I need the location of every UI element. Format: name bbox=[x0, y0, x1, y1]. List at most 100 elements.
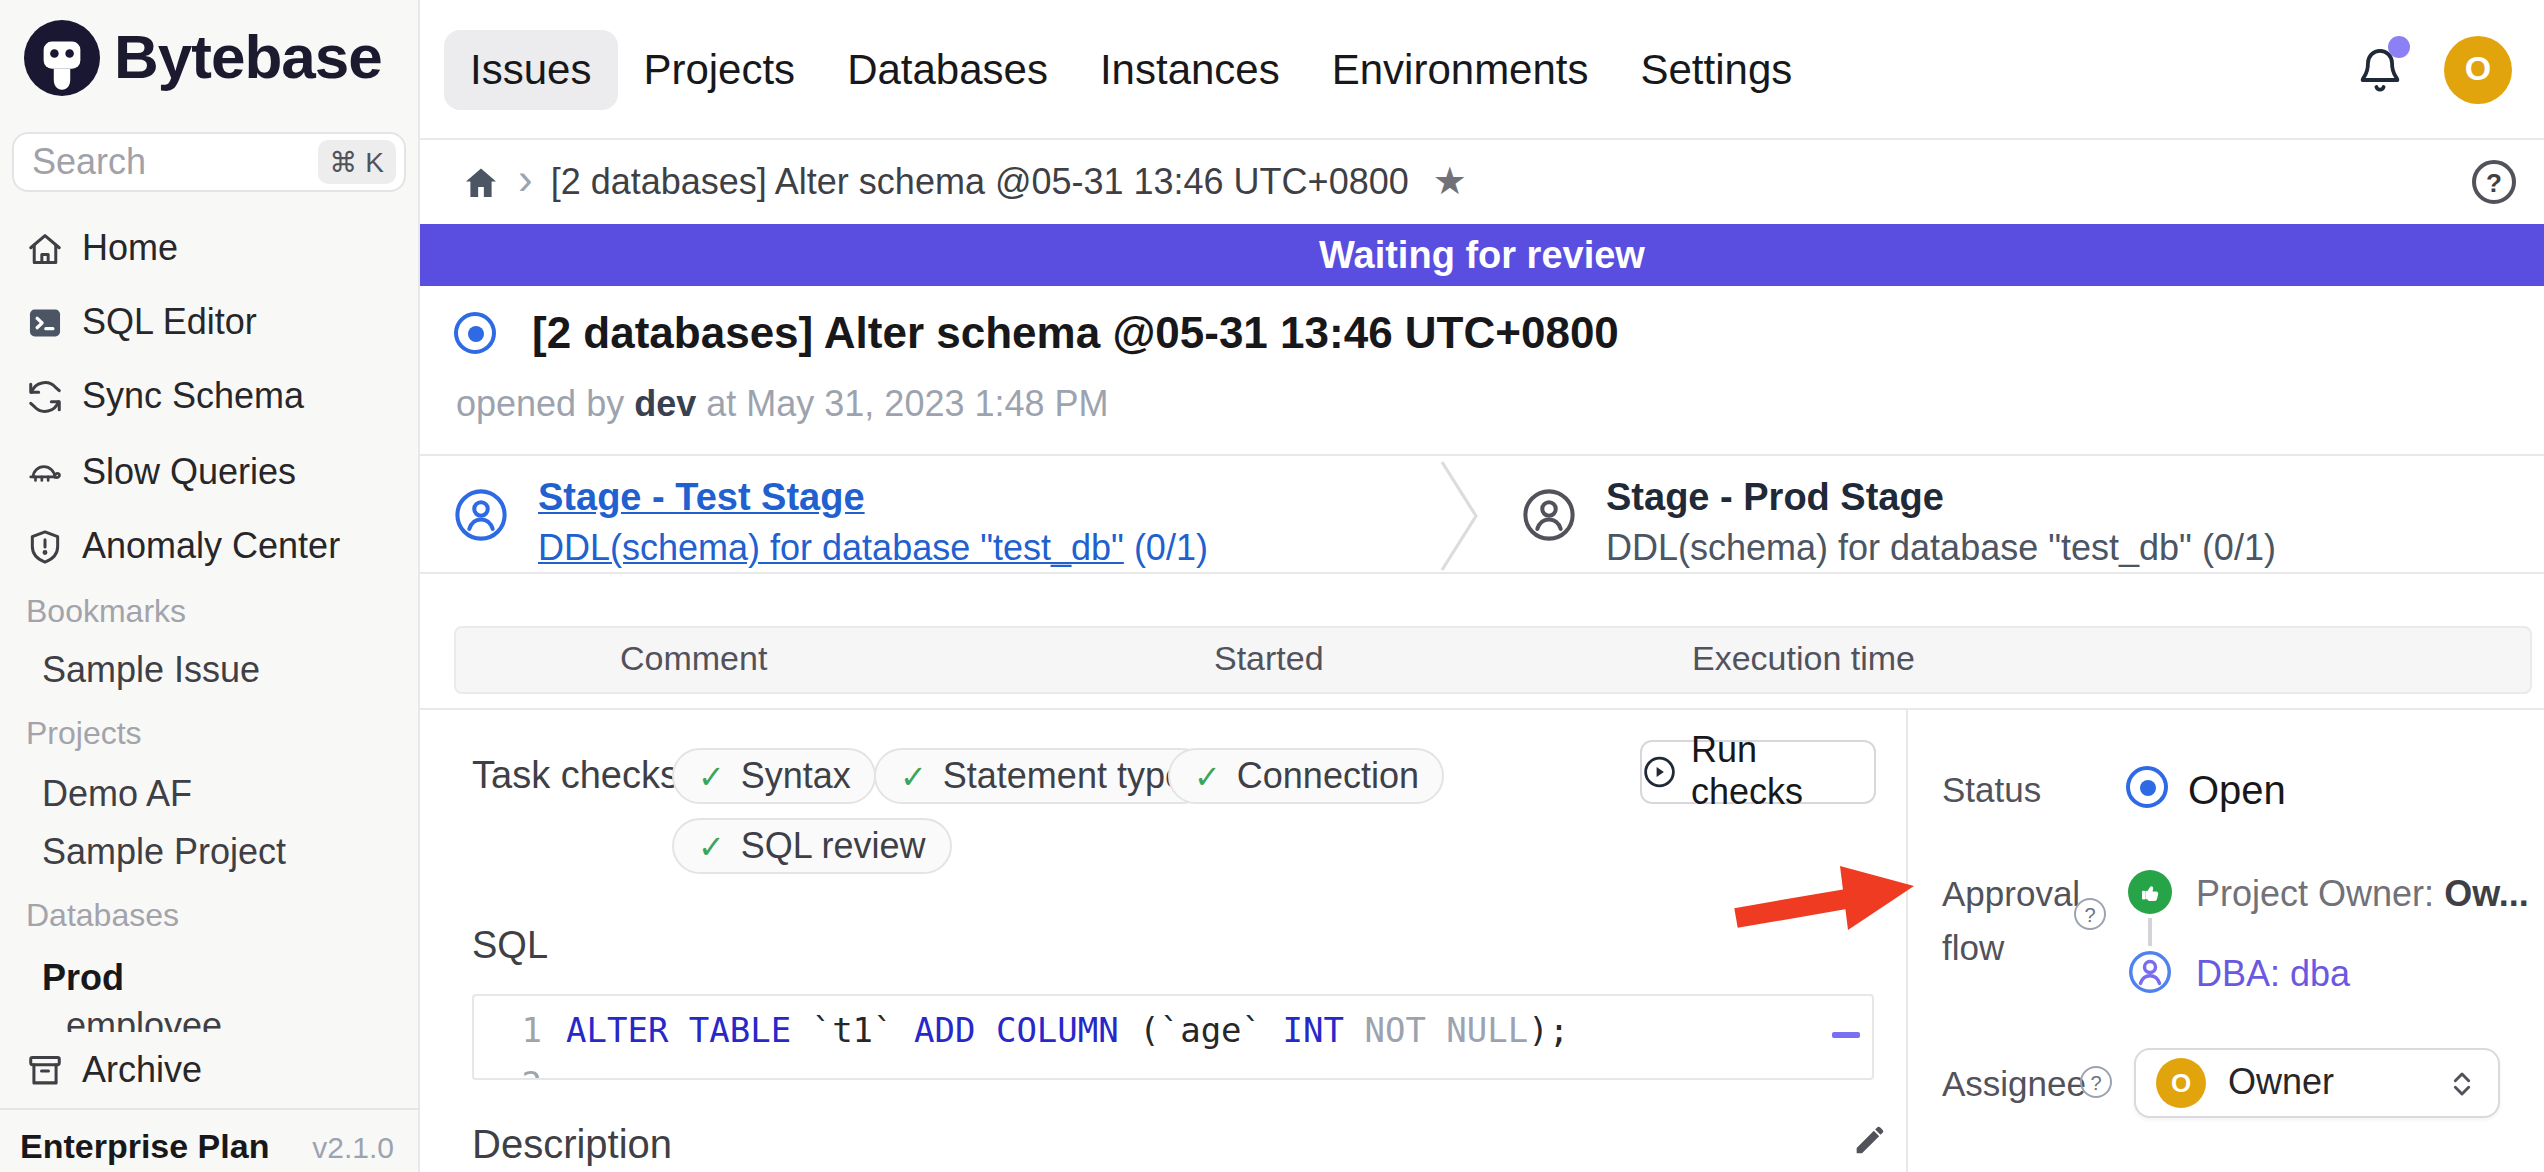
content-divider bbox=[420, 708, 2544, 710]
notifications-button[interactable] bbox=[2356, 43, 2404, 95]
sql-fold-indicator[interactable] bbox=[1832, 1032, 1860, 1038]
breadcrumb-home-icon[interactable] bbox=[462, 163, 500, 201]
tab-databases[interactable]: Databases bbox=[821, 29, 1074, 109]
issue-status-icon bbox=[454, 312, 496, 354]
turtle-icon bbox=[26, 453, 64, 491]
sql-code: ALTER TABLE `t1` ADD COLUMN (`age` INT N… bbox=[566, 1010, 1569, 1050]
help-icon[interactable]: ? bbox=[2472, 160, 2516, 204]
stage-person-icon bbox=[1522, 488, 1576, 542]
stage-name[interactable]: Stage - Prod Stage bbox=[1606, 476, 2276, 520]
sidebar-item-anomaly-center[interactable]: Anomaly Center bbox=[0, 514, 420, 578]
line-number: 2 bbox=[474, 1064, 566, 1080]
status-label: Status bbox=[1942, 770, 2041, 812]
sidebar-section-bookmarks: Bookmarks bbox=[26, 594, 186, 630]
sidebar-item-employee[interactable]: employee bbox=[66, 1006, 222, 1032]
check-icon: ✓ bbox=[900, 757, 927, 795]
bytebase-logo-icon[interactable] bbox=[24, 20, 100, 96]
nav-right-cluster: O bbox=[2356, 35, 2544, 103]
search-placeholder: Search bbox=[32, 141, 318, 183]
assignee-help-icon[interactable]: ? bbox=[2080, 1066, 2112, 1098]
sidebar-item-sync-schema[interactable]: Sync Schema bbox=[0, 364, 420, 428]
issue-author: dev bbox=[634, 384, 696, 424]
sidebar-item-prod[interactable]: Prod bbox=[42, 958, 124, 1000]
star-icon[interactable]: ★ bbox=[1433, 157, 1467, 203]
shield-icon bbox=[26, 527, 64, 565]
tab-settings[interactable]: Settings bbox=[1615, 29, 1819, 109]
tab-issues[interactable]: Issues bbox=[444, 29, 617, 109]
archive-icon bbox=[26, 1051, 64, 1089]
column-comment: Comment bbox=[620, 628, 767, 692]
breadcrumb-separator: › bbox=[518, 153, 533, 205]
stage-name[interactable]: Stage - Test Stage bbox=[538, 476, 1208, 520]
status-value: Open bbox=[2188, 768, 2286, 814]
check-sql-review[interactable]: ✓SQL review bbox=[672, 818, 952, 874]
check-connection[interactable]: ✓Connection bbox=[1168, 748, 1445, 804]
annotation-arrow bbox=[1716, 850, 1926, 940]
bytebase-issue-page: Bytebase Search ⌘ K Home SQL Editor bbox=[0, 0, 2544, 1172]
sidebar-section-databases: Databases bbox=[26, 898, 179, 934]
sql-editor[interactable]: 1 ALTER TABLE `t1` ADD COLUMN (`age` INT… bbox=[472, 994, 1874, 1080]
status-open-icon bbox=[2126, 766, 2168, 808]
assignee-select[interactable]: O Owner bbox=[2134, 1048, 2500, 1118]
brand-name: Bytebase bbox=[114, 22, 382, 94]
approval-dba-icon bbox=[2128, 950, 2172, 994]
sidebar-bottom-divider bbox=[0, 1108, 420, 1110]
approval-flow-label: Approval flow bbox=[1942, 874, 2080, 970]
breadcrumb: › [2 databases] Alter schema @05-31 13:4… bbox=[420, 140, 2544, 224]
app-version: v2.1.0 bbox=[312, 1130, 394, 1164]
sync-icon bbox=[26, 377, 64, 415]
task-table-header: Comment Started Execution time bbox=[454, 626, 2532, 694]
edit-pencil-icon[interactable] bbox=[1850, 1120, 1890, 1160]
sidebar-item-sample-project[interactable]: Sample Project bbox=[42, 832, 286, 874]
play-circle-icon bbox=[1642, 754, 1677, 790]
sidebar-item-slow-queries[interactable]: Slow Queries bbox=[0, 440, 420, 504]
pipeline-stages: Stage - Test Stage DDL(schema) for datab… bbox=[420, 454, 2544, 574]
approval-approved-icon bbox=[2128, 870, 2172, 914]
check-syntax[interactable]: ✓Syntax bbox=[672, 748, 877, 804]
sidebar-section-projects: Projects bbox=[26, 716, 142, 752]
avatar[interactable]: O bbox=[2444, 35, 2512, 103]
stage-task[interactable]: DDL(schema) for database "test_db" (0/1) bbox=[1606, 528, 2276, 570]
check-statement-type[interactable]: ✓Statement type bbox=[874, 748, 1211, 804]
column-started: Started bbox=[1214, 628, 1324, 692]
breadcrumb-issue-name[interactable]: [2 databases] Alter schema @05-31 13:46 … bbox=[551, 161, 1409, 203]
approval-help-icon[interactable]: ? bbox=[2074, 898, 2106, 930]
sidebar-item-sample-issue[interactable]: Sample Issue bbox=[42, 650, 260, 692]
run-checks-button[interactable]: Run checks bbox=[1640, 740, 1876, 804]
stage-task[interactable]: DDL(schema) for database "test_db" (0/1) bbox=[538, 528, 1208, 570]
stage-separator bbox=[1436, 458, 1484, 574]
description-label: Description bbox=[472, 1122, 672, 1168]
status-banner: Waiting for review bbox=[420, 224, 2544, 286]
tab-instances[interactable]: Instances bbox=[1074, 29, 1306, 109]
issue-title: [2 databases] Alter schema @05-31 13:46 … bbox=[532, 308, 1619, 360]
approval-connector bbox=[2148, 918, 2152, 946]
sidebar-item-home[interactable]: Home bbox=[0, 216, 420, 280]
column-execution-time: Execution time bbox=[1692, 628, 1915, 692]
sql-label: SQL bbox=[472, 924, 548, 968]
sidebar-item-demo-af[interactable]: Demo AF bbox=[42, 774, 192, 816]
check-icon: ✓ bbox=[698, 757, 725, 795]
line-number: 1 bbox=[474, 1010, 566, 1050]
check-icon: ✓ bbox=[698, 827, 725, 865]
top-navigation: Issues Projects Databases Instances Envi… bbox=[420, 0, 2544, 140]
task-checks-label: Task checks bbox=[472, 754, 679, 798]
sidebar-item-sql-editor[interactable]: SQL Editor bbox=[0, 290, 420, 354]
issue-byline: opened by dev at May 31, 2023 1:48 PM bbox=[456, 384, 1109, 426]
tab-projects[interactable]: Projects bbox=[617, 29, 821, 109]
plan-row: Enterprise Plan v2.1.0 bbox=[0, 1122, 418, 1172]
home-icon bbox=[26, 229, 64, 267]
search-input[interactable]: Search ⌘ K bbox=[12, 132, 406, 192]
approval-step-1: Project Owner: Ow... bbox=[2196, 874, 2529, 916]
assignee-value: Owner bbox=[2228, 1062, 2446, 1104]
approval-step-2[interactable]: DBA: dba bbox=[2196, 954, 2350, 996]
assignee-label: Assignee bbox=[1942, 1064, 2086, 1106]
check-icon: ✓ bbox=[1194, 757, 1221, 795]
sql-editor-icon bbox=[26, 303, 64, 341]
select-chevrons-icon bbox=[2446, 1063, 2478, 1103]
plan-name: Enterprise Plan bbox=[20, 1127, 312, 1167]
tab-environments[interactable]: Environments bbox=[1306, 29, 1615, 109]
panel-divider bbox=[1906, 710, 1908, 1172]
sql-line-1: 1 ALTER TABLE `t1` ADD COLUMN (`age` INT… bbox=[474, 1010, 1872, 1050]
sidebar-item-archive[interactable]: Archive bbox=[0, 1038, 420, 1102]
sidebar: Bytebase Search ⌘ K Home SQL Editor bbox=[0, 0, 420, 1172]
